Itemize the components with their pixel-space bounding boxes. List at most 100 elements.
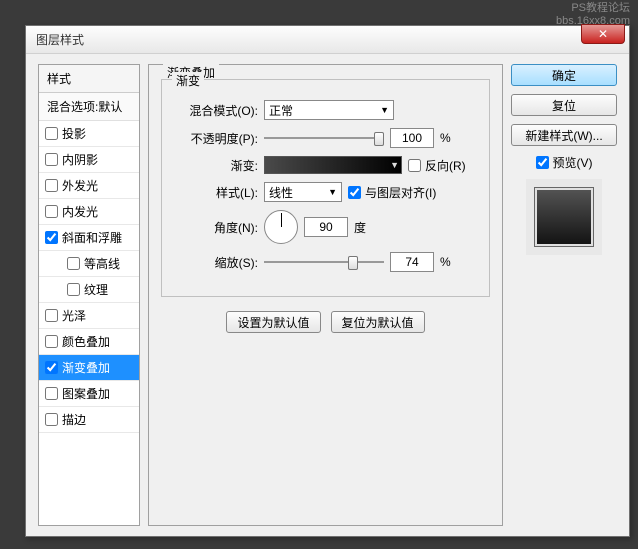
align-checkbox[interactable]: 与图层对齐(I) <box>348 184 436 201</box>
degree-unit: 度 <box>354 219 366 236</box>
style-item[interactable]: 图案叠加 <box>39 381 139 407</box>
reverse-check-input[interactable] <box>408 159 421 172</box>
style-item-checkbox[interactable] <box>45 231 58 244</box>
default-buttons-row: 设置为默认值 复位为默认值 <box>161 311 490 333</box>
style-item[interactable]: 投影 <box>39 121 139 147</box>
style-item[interactable]: 颜色叠加 <box>39 329 139 355</box>
gradient-row: 渐变: ▼ 反向(R) <box>176 156 475 174</box>
style-item-checkbox[interactable] <box>67 257 80 270</box>
style-row: 样式(L): 线性 ▼ 与图层对齐(I) <box>176 182 475 202</box>
new-style-button[interactable]: 新建样式(W)... <box>511 124 617 146</box>
style-item-label: 渐变叠加 <box>62 359 110 376</box>
scale-slider[interactable] <box>264 259 384 265</box>
set-default-button[interactable]: 设置为默认值 <box>226 311 320 333</box>
blend-mode-value: 正常 <box>269 102 293 119</box>
blend-mode-row: 混合模式(O): 正常 ▼ <box>176 100 475 120</box>
gradient-fieldset: 渐变 混合模式(O): 正常 ▼ 不透明度(P): % <box>161 79 490 297</box>
style-item-checkbox[interactable] <box>45 361 58 374</box>
style-item-checkbox[interactable] <box>67 283 80 296</box>
style-item-checkbox[interactable] <box>45 153 58 166</box>
angle-hand <box>281 213 282 227</box>
style-item-checkbox[interactable] <box>45 205 58 218</box>
gradient-label: 渐变: <box>176 157 258 174</box>
preview-checkbox[interactable]: 预览(V) <box>511 154 617 171</box>
percent-unit: % <box>440 255 451 269</box>
angle-label: 角度(N): <box>176 219 258 236</box>
align-check-input[interactable] <box>348 186 361 199</box>
scale-input[interactable] <box>390 252 434 272</box>
style-item-label: 斜面和浮雕 <box>62 229 122 246</box>
scale-row: 缩放(S): % <box>176 252 475 272</box>
fieldset-title: 渐变 <box>172 72 204 89</box>
reverse-label: 反向(R) <box>425 157 466 174</box>
blend-mode-select[interactable]: 正常 ▼ <box>264 100 394 120</box>
blend-mode-label: 混合模式(O): <box>176 102 258 119</box>
right-panel: 确定 复位 新建样式(W)... 预览(V) <box>511 64 617 526</box>
opacity-slider[interactable] <box>264 135 384 141</box>
ok-button[interactable]: 确定 <box>511 64 617 86</box>
style-item[interactable]: 内阴影 <box>39 147 139 173</box>
preview-check-input[interactable] <box>536 156 549 169</box>
dialog-title: 图层样式 <box>36 31 84 48</box>
slider-thumb[interactable] <box>348 256 358 270</box>
chevron-down-icon: ▼ <box>380 105 389 115</box>
style-item-label: 内阴影 <box>62 151 98 168</box>
style-item-checkbox[interactable] <box>45 179 58 192</box>
style-label: 样式(L): <box>176 184 258 201</box>
dialog-body: 样式 混合选项:默认 投影内阴影外发光内发光斜面和浮雕等高线纹理光泽颜色叠加渐变… <box>26 54 629 536</box>
style-item[interactable]: 等高线 <box>39 251 139 277</box>
style-value: 线性 <box>269 184 293 201</box>
chevron-down-icon: ▼ <box>328 187 337 197</box>
watermark: PS教程论坛 bbs.16xx8.com <box>556 2 630 28</box>
style-item-label: 投影 <box>62 125 86 142</box>
style-item[interactable]: 外发光 <box>39 173 139 199</box>
watermark-l1: PS教程论坛 <box>556 2 630 15</box>
align-label: 与图层对齐(I) <box>365 184 436 201</box>
style-item-label: 颜色叠加 <box>62 333 110 350</box>
style-item-checkbox[interactable] <box>45 335 58 348</box>
close-icon: ✕ <box>598 27 608 41</box>
opacity-input[interactable] <box>390 128 434 148</box>
style-item[interactable]: 描边 <box>39 407 139 433</box>
style-item-label: 描边 <box>62 411 86 428</box>
style-item[interactable]: 纹理 <box>39 277 139 303</box>
chevron-down-icon: ▼ <box>390 160 399 170</box>
angle-input[interactable] <box>304 217 348 237</box>
styles-header[interactable]: 样式 <box>39 65 139 93</box>
style-item[interactable]: 光泽 <box>39 303 139 329</box>
angle-row: 角度(N): 度 <box>176 210 475 244</box>
style-item-label: 外发光 <box>62 177 98 194</box>
cancel-button[interactable]: 复位 <box>511 94 617 116</box>
style-item-checkbox[interactable] <box>45 127 58 140</box>
watermark-l2: bbs.16xx8.com <box>556 15 630 28</box>
style-select[interactable]: 线性 ▼ <box>264 182 342 202</box>
slider-thumb[interactable] <box>374 132 384 146</box>
styles-list: 投影内阴影外发光内发光斜面和浮雕等高线纹理光泽颜色叠加渐变叠加图案叠加描边 <box>39 121 139 433</box>
style-item[interactable]: 内发光 <box>39 199 139 225</box>
style-item-checkbox[interactable] <box>45 387 58 400</box>
style-item-label: 光泽 <box>62 307 86 324</box>
blend-options-default[interactable]: 混合选项:默认 <box>39 93 139 121</box>
gradient-overlay-panel: 渐变叠加 渐变 混合模式(O): 正常 ▼ 不透明度(P): % <box>148 64 503 526</box>
opacity-row: 不透明度(P): % <box>176 128 475 148</box>
preview-label: 预览(V) <box>553 154 593 171</box>
preview-swatch <box>534 187 594 247</box>
style-item[interactable]: 渐变叠加 <box>39 355 139 381</box>
style-item-label: 等高线 <box>84 255 120 272</box>
gradient-picker[interactable]: ▼ <box>264 156 402 174</box>
percent-unit: % <box>440 131 451 145</box>
scale-label: 缩放(S): <box>176 254 258 271</box>
style-item-checkbox[interactable] <box>45 309 58 322</box>
angle-dial[interactable] <box>264 210 298 244</box>
styles-panel: 样式 混合选项:默认 投影内阴影外发光内发光斜面和浮雕等高线纹理光泽颜色叠加渐变… <box>38 64 140 526</box>
layer-style-dialog: 图层样式 ✕ 样式 混合选项:默认 投影内阴影外发光内发光斜面和浮雕等高线纹理光… <box>25 25 630 537</box>
reverse-checkbox[interactable]: 反向(R) <box>408 157 466 174</box>
style-item-label: 内发光 <box>62 203 98 220</box>
opacity-label: 不透明度(P): <box>176 130 258 147</box>
titlebar[interactable]: 图层样式 ✕ <box>26 26 629 54</box>
style-item-label: 图案叠加 <box>62 385 110 402</box>
style-item-label: 纹理 <box>84 281 108 298</box>
reset-default-button[interactable]: 复位为默认值 <box>331 311 425 333</box>
style-item[interactable]: 斜面和浮雕 <box>39 225 139 251</box>
style-item-checkbox[interactable] <box>45 413 58 426</box>
